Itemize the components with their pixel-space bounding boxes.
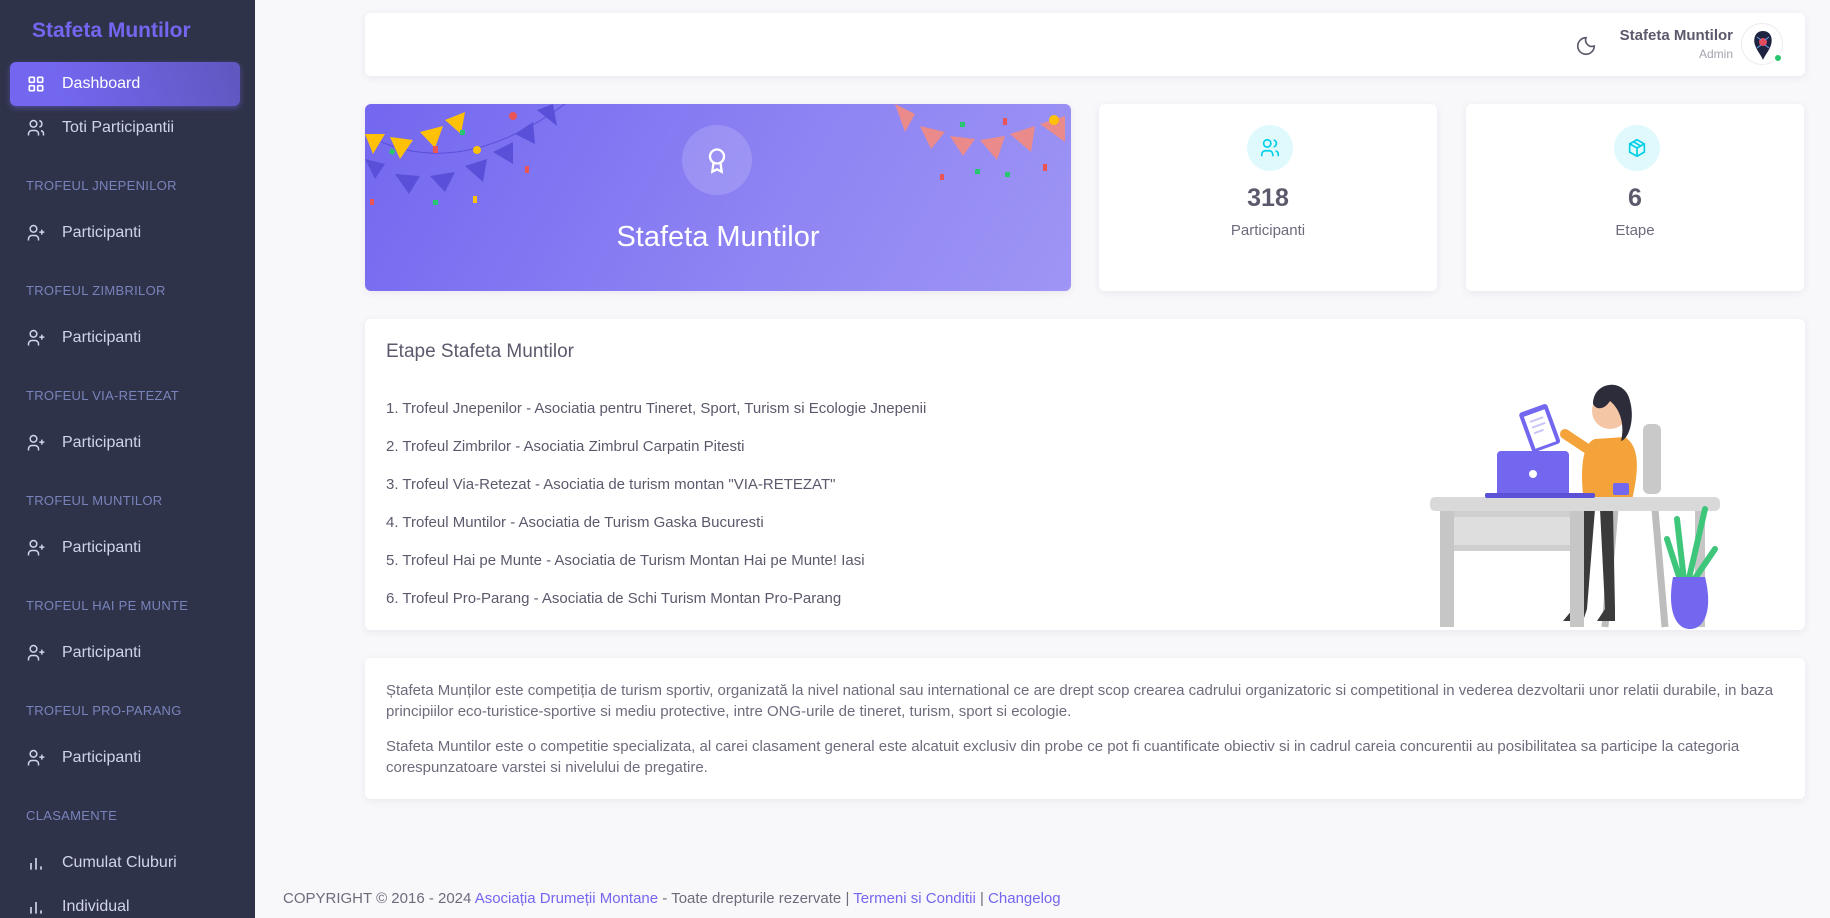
user-plus-icon bbox=[26, 748, 46, 768]
sidebar-item-participants-zimbrilor[interactable]: Participanti bbox=[10, 316, 240, 360]
top-navbar: Stafeta Muntilor Admin bbox=[365, 13, 1805, 76]
list-item: 1. Trofeul Jnepenilor - Asociatia pentru… bbox=[386, 400, 927, 417]
sidebar-item-label: Toti Participantii bbox=[62, 119, 175, 136]
chart-bar-icon bbox=[26, 853, 46, 873]
menu-section-header: TROFEUL ZIMBRILOR bbox=[26, 283, 166, 298]
menu-section-header: TROFEUL PRO-PARANG bbox=[26, 703, 182, 718]
user-role: Admin bbox=[1698, 47, 1733, 61]
footer-changelog-link[interactable]: Changelog bbox=[988, 890, 1061, 907]
moon-icon[interactable] bbox=[1575, 35, 1597, 57]
stages-card-title: Etape Stafeta Muntilor bbox=[386, 341, 574, 362]
about-paragraph: Stafeta Muntilor este o competitie speci… bbox=[386, 738, 1740, 776]
menu-section-header: TROFEUL JNEPENILOR bbox=[26, 178, 177, 193]
about-paragraph: Ștafeta Munților este competiția de turi… bbox=[386, 682, 1774, 720]
woman-at-desk-illustration bbox=[1430, 384, 1720, 629]
user-name: Stafeta Muntilor bbox=[1619, 27, 1733, 44]
sidebar: Stafeta Muntilor Dashboard Toti Particip… bbox=[0, 0, 255, 918]
list-item: 5. Trofeul Hai pe Munte - Asociatia de T… bbox=[386, 552, 865, 569]
sidebar-item-participants-jnepenilor[interactable]: Participanti bbox=[10, 211, 240, 255]
user-plus-icon bbox=[26, 643, 46, 663]
stat-value: 6 bbox=[1628, 184, 1642, 212]
sidebar-item-label: Participanti bbox=[62, 224, 142, 241]
stat-label: Etape bbox=[1615, 222, 1655, 239]
users-icon bbox=[1247, 125, 1293, 171]
sidebar-item-participants-muntilor[interactable]: Participanti bbox=[10, 526, 240, 570]
list-item: 3. Trofeul Via-Retezat - Asociatia de tu… bbox=[386, 476, 836, 493]
sidebar-item-participants-via-retezat[interactable]: Participanti bbox=[10, 421, 240, 465]
chart-bar-icon bbox=[26, 897, 46, 917]
user-plus-icon bbox=[26, 223, 46, 243]
sidebar-menu: Dashboard Toti Participantii TROFEUL JNE… bbox=[0, 62, 255, 918]
user-plus-icon bbox=[26, 538, 46, 558]
hero-title: Stafeta Muntilor bbox=[616, 221, 820, 253]
sidebar-item-label: Participanti bbox=[62, 329, 142, 346]
list-item: 4. Trofeul Muntilor - Asociatia de Turis… bbox=[386, 514, 764, 531]
menu-section-header: TROFEUL HAI PE MUNTE bbox=[26, 598, 189, 613]
menu-section-header: TROFEUL MUNTILOR bbox=[26, 493, 163, 508]
footer-copyright: COPYRIGHT © 2016 - 2024 bbox=[283, 890, 472, 907]
sidebar-item-label: Cumulat Cluburi bbox=[62, 854, 177, 871]
avatar[interactable] bbox=[1741, 23, 1783, 65]
footer-separator: | bbox=[979, 890, 984, 907]
user-plus-icon bbox=[26, 433, 46, 453]
online-status-dot bbox=[1773, 53, 1783, 63]
footer-terms-link[interactable]: Termeni si Conditii bbox=[853, 890, 976, 907]
brand-logo-text[interactable]: Stafeta Muntilor bbox=[0, 0, 255, 62]
sidebar-item-dashboard[interactable]: Dashboard bbox=[10, 62, 240, 106]
footer: COPYRIGHT © 2016 - 2024 Asociația Drumeț… bbox=[283, 890, 1061, 907]
stat-card-stages: 6 Etape bbox=[1466, 104, 1804, 291]
stat-value: 318 bbox=[1247, 184, 1289, 212]
users-icon bbox=[26, 118, 46, 138]
stages-card: Etape Stafeta Muntilor 1. Trofeul Jnepen… bbox=[365, 319, 1805, 630]
user-plus-icon bbox=[26, 328, 46, 348]
stat-label: Participanti bbox=[1230, 222, 1306, 239]
sidebar-item-label: Participanti bbox=[62, 434, 142, 451]
about-card: Ștafeta Munților este competiția de turi… bbox=[365, 658, 1805, 799]
sidebar-item-individual[interactable]: Individual bbox=[10, 885, 240, 918]
sidebar-item-all-participants[interactable]: Toti Participantii bbox=[10, 106, 240, 150]
list-item: 6. Trofeul Pro-Parang - Asociatia de Sch… bbox=[386, 590, 842, 607]
dashboard-icon bbox=[26, 74, 46, 94]
sidebar-item-label: Participanti bbox=[62, 749, 142, 766]
stages-list: 1. Trofeul Jnepenilor - Asociatia pentru… bbox=[386, 399, 926, 627]
sidebar-item-cumulat-cluburi[interactable]: Cumulat Cluburi bbox=[10, 841, 240, 885]
menu-section-header: TROFEUL VIA-RETEZAT bbox=[26, 388, 180, 403]
sidebar-item-participants-pro-parang[interactable]: Participanti bbox=[10, 736, 240, 780]
hero-card: Stafeta Muntilor bbox=[365, 104, 1071, 291]
award-icon bbox=[682, 125, 752, 195]
sidebar-item-label: Participanti bbox=[62, 539, 142, 556]
menu-section-header: CLASAMENTE bbox=[26, 808, 118, 823]
list-item: 2. Trofeul Zimbrilor - Asociatia Zimbrul… bbox=[386, 438, 745, 455]
footer-org-link[interactable]: Asociația Drumeții Montane bbox=[475, 890, 658, 907]
sidebar-item-label: Dashboard bbox=[62, 75, 141, 92]
box-icon bbox=[1614, 125, 1660, 171]
sidebar-item-participants-hai-pe-munte[interactable]: Participanti bbox=[10, 631, 240, 675]
sidebar-item-label: Individual bbox=[62, 898, 130, 915]
sidebar-item-label: Participanti bbox=[62, 644, 142, 661]
footer-rights: - Toate drepturile rezervate | bbox=[662, 890, 850, 907]
stat-card-participants: 318 Participanti bbox=[1099, 104, 1437, 291]
